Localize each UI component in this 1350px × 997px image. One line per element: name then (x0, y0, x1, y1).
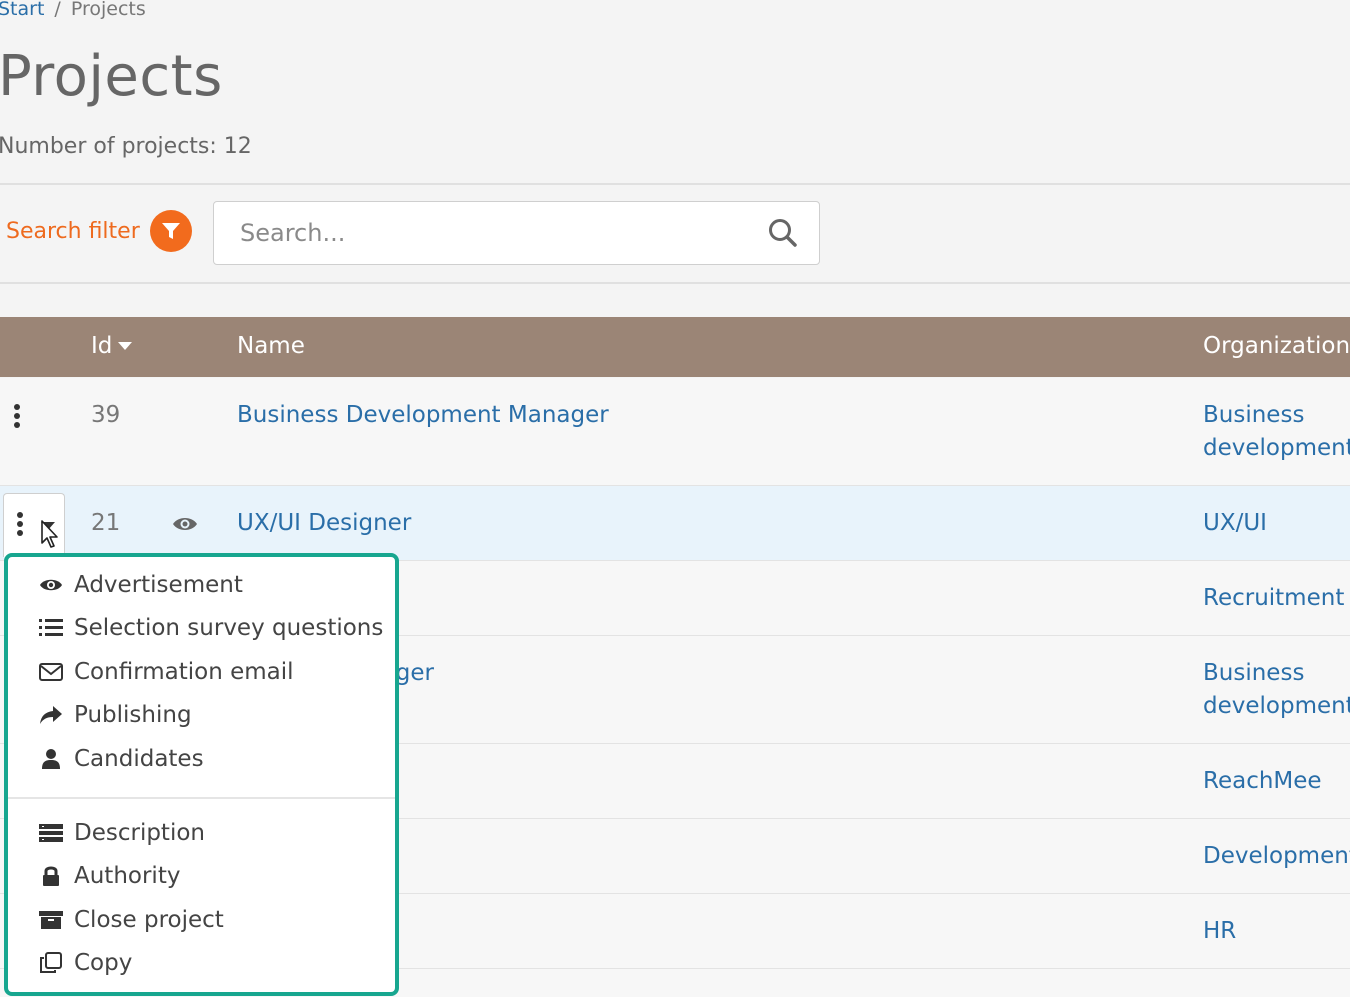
menu-item-copy[interactable]: Copy (38, 950, 132, 976)
kebab-menu-icon[interactable] (14, 404, 26, 431)
menu-item-label: Selection survey questions (74, 615, 384, 641)
menu-item-label: Candidates (74, 746, 204, 772)
menu-item-label: Confirmation email (74, 659, 294, 685)
menu-item-selection-survey-questions[interactable]: Selection survey questions (38, 615, 383, 641)
column-header-id-label: Id (91, 333, 113, 359)
mouse-cursor-icon (41, 520, 58, 548)
project-name-link[interactable]: UX/UI Designer (237, 510, 411, 536)
organization-link[interactable]: Development (1203, 840, 1350, 873)
user-icon (38, 748, 64, 770)
menu-item-authority[interactable]: Authority (38, 863, 180, 889)
breadcrumb-start-link[interactable]: Start (0, 0, 44, 20)
description-icon (38, 823, 64, 843)
project-count: Number of projects: 12 (0, 134, 252, 159)
copy-icon (38, 952, 64, 974)
search-filter-label: Search filter (6, 218, 140, 244)
divider (0, 282, 1350, 284)
menu-item-confirmation-email[interactable]: Confirmation email (38, 659, 294, 685)
menu-item-label: Advertisement (74, 572, 243, 598)
envelope-icon (38, 663, 64, 681)
menu-item-label: Publishing (74, 702, 192, 728)
table-header: Id Name Organization (0, 317, 1350, 377)
menu-item-label: Close project (74, 907, 224, 933)
menu-item-publishing[interactable]: Publishing (38, 702, 192, 728)
row-id: 39 (91, 402, 121, 428)
menu-item-label: Copy (74, 950, 133, 976)
menu-item-label: Authority (74, 863, 181, 889)
search-input[interactable] (214, 202, 734, 264)
column-header-organization[interactable]: Organization (1203, 333, 1350, 359)
organization-link[interactable]: Business development (1203, 657, 1350, 723)
organization-link[interactable]: HR (1203, 915, 1350, 948)
row-id: 21 (91, 510, 121, 536)
column-header-name[interactable]: Name (237, 333, 305, 359)
organization-link[interactable]: ReachMee (1203, 765, 1350, 798)
divider (0, 183, 1350, 185)
table-row: 21 UX/UI Designer UX/UI (0, 486, 1350, 561)
menu-item-description[interactable]: Description (38, 820, 205, 846)
kebab-menu-icon (17, 512, 29, 539)
menu-item-close-project[interactable]: Close project (38, 907, 224, 933)
row-actions-menu: Advertisement Selection survey questions… (4, 553, 399, 996)
archive-icon (38, 910, 64, 930)
page-title: Projects (0, 44, 223, 109)
share-icon (38, 705, 64, 725)
search-box (213, 201, 820, 265)
organization-link[interactable]: UX/UI (1203, 507, 1350, 540)
project-name-link[interactable]: Business Development Manager (237, 402, 609, 428)
organization-link[interactable]: Business development (1203, 399, 1350, 465)
breadcrumb-separator: / (54, 0, 61, 20)
menu-item-advertisement[interactable]: Advertisement (38, 572, 243, 598)
breadcrumb: Start / Projects (0, 0, 146, 20)
search-icon[interactable] (767, 217, 799, 253)
breadcrumb-current: Projects (70, 0, 146, 20)
eye-icon[interactable] (172, 515, 198, 537)
list-icon (38, 617, 64, 639)
column-header-id[interactable]: Id (91, 333, 133, 359)
menu-item-label: Description (74, 820, 205, 846)
funnel-icon[interactable] (149, 210, 192, 252)
search-filter-toggle[interactable]: Search filter (6, 210, 192, 252)
organization-link[interactable]: Recruitment (1203, 582, 1350, 615)
sort-desc-icon (118, 342, 133, 350)
table-row: 39 Business Development Manager Business… (0, 378, 1350, 486)
menu-item-candidates[interactable]: Candidates (38, 746, 204, 772)
eye-icon (38, 577, 64, 593)
lock-icon (38, 865, 64, 887)
menu-divider (8, 797, 395, 799)
